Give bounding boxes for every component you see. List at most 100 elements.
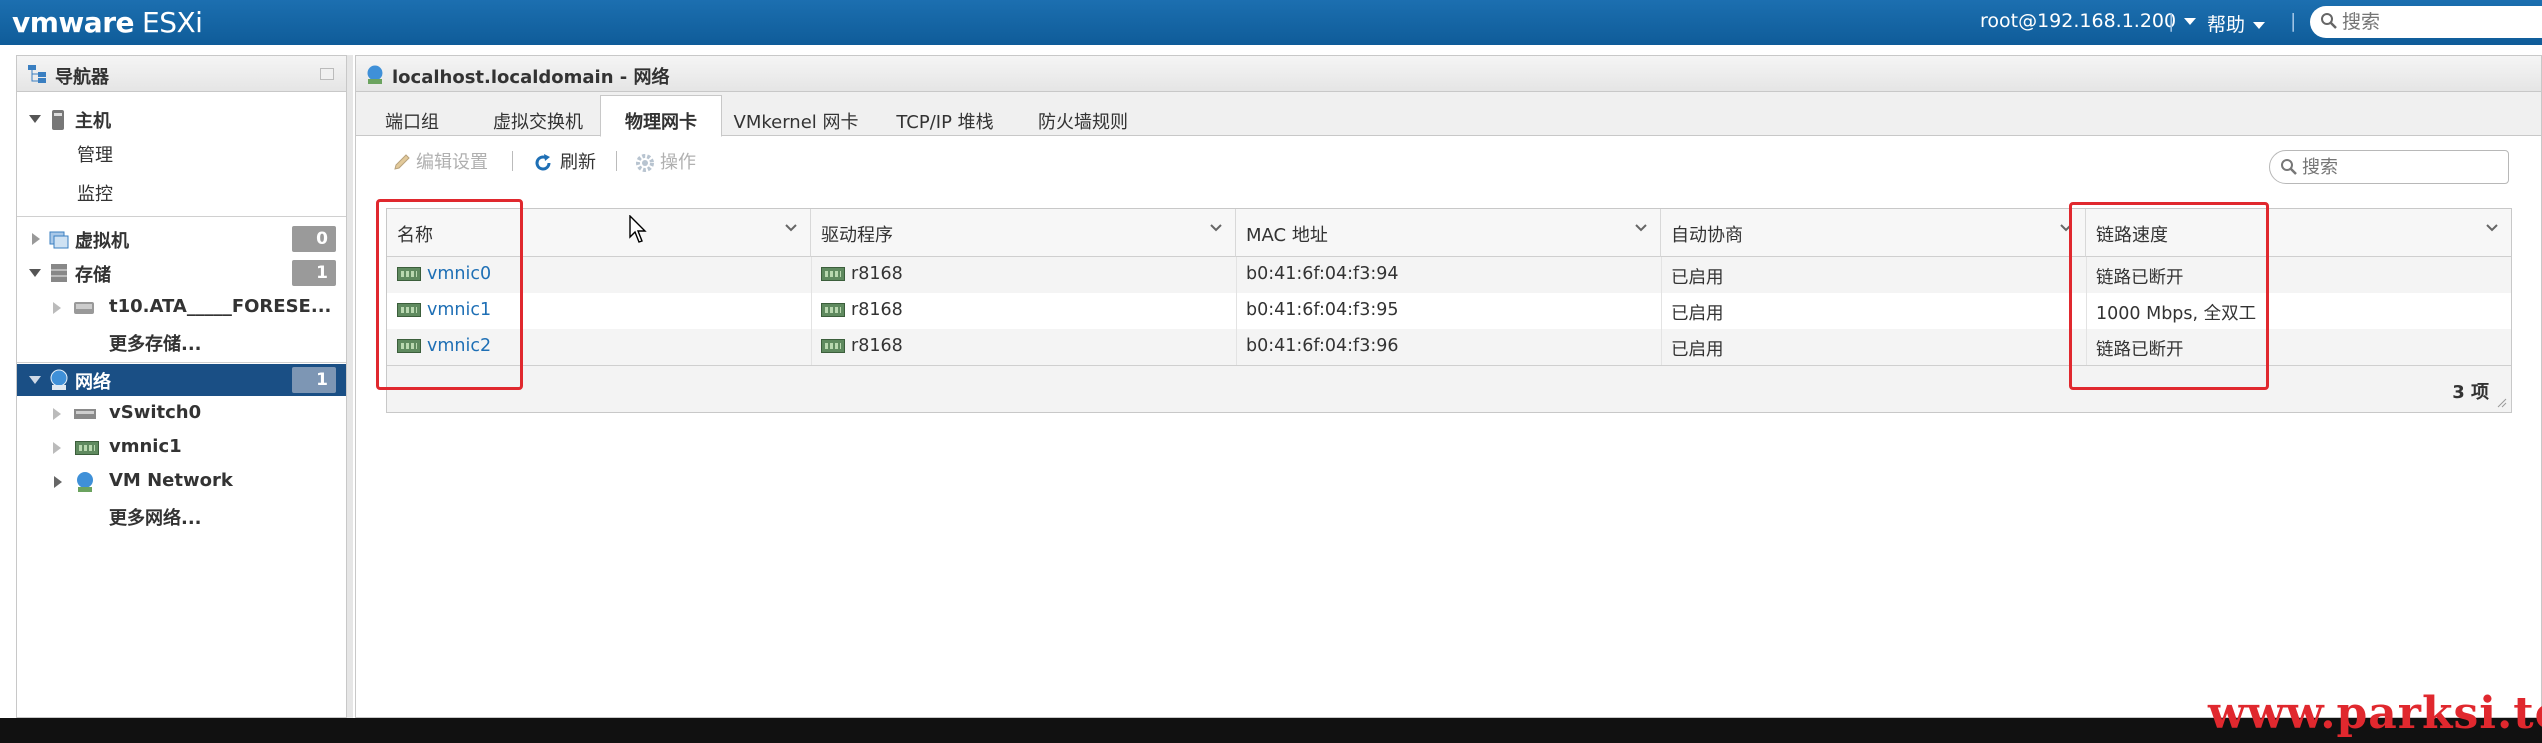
- pencil-icon: [394, 154, 410, 170]
- storage-icon: [51, 264, 67, 282]
- watermark: www.parksi.top: [2208, 688, 2542, 739]
- column-header-autoneg[interactable]: 自动协商: [1661, 209, 2086, 257]
- search-icon: [2281, 159, 2297, 175]
- divider: |: [2168, 10, 2175, 32]
- chevron-down-icon[interactable]: [2485, 223, 2499, 233]
- top-bar: vmware ESXi root@192.168.1.200 | 帮助 |: [0, 0, 2542, 45]
- grid-search[interactable]: [2269, 150, 2509, 184]
- sidebar-item-vswitch0[interactable]: vSwitch0: [17, 398, 346, 430]
- mac-cell: b0:41:6f:04:f3:95: [1246, 300, 1399, 320]
- main-header: localhost.localdomain - 网络: [356, 56, 2541, 92]
- sidebar-item-monitor[interactable]: 监控: [17, 176, 346, 208]
- resize-grip-icon[interactable]: [2497, 398, 2507, 408]
- expand-icon[interactable]: [54, 476, 62, 488]
- sidebar-item-network[interactable]: 网络 1: [17, 364, 346, 396]
- expand-icon[interactable]: [53, 302, 61, 314]
- chevron-down-icon[interactable]: [1634, 223, 1648, 233]
- highlight-link-speed-column: [2069, 202, 2269, 390]
- driver-icon: [821, 303, 845, 317]
- search-input[interactable]: [2342, 9, 2532, 35]
- chevron-down-icon: [2184, 18, 2197, 25]
- column-divider: [1236, 257, 1237, 365]
- top-search[interactable]: [2310, 6, 2542, 38]
- chevron-down-icon: [2253, 22, 2266, 29]
- host-icon: [52, 110, 64, 130]
- tab-port-groups[interactable]: 端口组: [362, 102, 462, 136]
- autoneg-cell: 已启用: [1671, 340, 1724, 360]
- tab-vmkernel-nics[interactable]: VMkernel 网卡: [726, 102, 866, 136]
- mac-cell: b0:41:6f:04:f3:94: [1246, 264, 1399, 284]
- nic-icon: [75, 441, 99, 455]
- splitter[interactable]: [347, 55, 353, 718]
- port-group-icon: [77, 472, 93, 492]
- divider: [616, 151, 617, 171]
- main-panel: localhost.localdomain - 网络 端口组 虚拟交换机 物理网…: [355, 55, 2542, 718]
- user-menu[interactable]: root@192.168.1.200: [1980, 10, 2197, 32]
- expand-icon[interactable]: [32, 233, 40, 245]
- storage-count-badge: 1: [292, 260, 336, 286]
- switch-icon: [74, 409, 96, 419]
- bottom-strip: [0, 718, 2542, 743]
- driver-cell: r8168: [821, 264, 903, 284]
- mouse-cursor-icon: [629, 215, 647, 243]
- highlight-name-column: [376, 199, 523, 390]
- driver-icon: [821, 339, 845, 353]
- driver-icon: [821, 267, 845, 281]
- network-icon: [50, 369, 68, 390]
- sidebar-item-more-storage[interactable]: 更多存储...: [17, 326, 346, 358]
- edit-settings-button[interactable]: 编辑设置: [416, 148, 488, 174]
- column-divider: [811, 257, 812, 365]
- expand-icon[interactable]: [29, 115, 41, 123]
- navigator-title: 导航器: [55, 67, 109, 88]
- tab-virtual-switches[interactable]: 虚拟交换机: [470, 102, 606, 136]
- navigator-icon: [28, 65, 46, 83]
- disk-icon: [74, 302, 94, 314]
- column-divider: [1661, 257, 1662, 365]
- autoneg-cell: 已启用: [1671, 304, 1724, 324]
- mac-cell: b0:41:6f:04:f3:96: [1246, 336, 1399, 356]
- navigator-panel: 导航器 主机 管理 监控 虚拟机 0 存储 1 t10.ATA_____FORE…: [16, 55, 347, 718]
- network-icon: [367, 65, 383, 84]
- divider: [17, 216, 346, 217]
- refresh-button[interactable]: 刷新: [560, 148, 596, 174]
- item-count: 3 项: [2452, 382, 2489, 403]
- page-title: localhost.localdomain - 网络: [392, 67, 670, 88]
- column-header-driver[interactable]: 驱动程序: [811, 209, 1236, 257]
- actions-button[interactable]: 操作: [660, 148, 696, 174]
- autoneg-cell: 已启用: [1671, 268, 1724, 288]
- expand-icon[interactable]: [29, 376, 41, 384]
- tab-tcpip-stacks[interactable]: TCP/IP 堆栈: [876, 102, 1014, 136]
- expand-icon[interactable]: [29, 269, 41, 277]
- collapse-button[interactable]: [320, 68, 334, 80]
- driver-cell: r8168: [821, 300, 903, 320]
- divider: [512, 151, 513, 171]
- vmware-logo: vmware ESXi: [12, 6, 203, 39]
- sidebar-item-manage[interactable]: 管理: [17, 137, 346, 169]
- expand-icon[interactable]: [53, 442, 61, 454]
- divider: [17, 362, 346, 363]
- navigator-header: 导航器: [17, 56, 346, 92]
- refresh-icon: [535, 154, 551, 171]
- network-count-badge: 1: [292, 367, 336, 393]
- tab-physical-nics[interactable]: 物理网卡: [600, 95, 722, 137]
- sidebar-item-vm-network[interactable]: VM Network: [17, 466, 346, 498]
- sidebar-item-vmnic1[interactable]: vmnic1: [17, 432, 346, 464]
- expand-icon[interactable]: [53, 408, 61, 420]
- column-header-mac[interactable]: MAC 地址: [1236, 209, 1661, 257]
- tab-firewall-rules[interactable]: 防火墙规则: [1026, 102, 1140, 136]
- vm-count-badge: 0: [292, 226, 336, 252]
- sidebar-item-vms[interactable]: 虚拟机 0: [17, 223, 346, 255]
- sidebar-item-host[interactable]: 主机: [17, 103, 346, 135]
- sidebar-item-datastore[interactable]: t10.ATA_____FORESE...: [17, 292, 346, 324]
- vm-icon: [49, 231, 69, 249]
- gear-icon: [636, 154, 654, 172]
- chevron-down-icon[interactable]: [784, 223, 798, 233]
- help-menu[interactable]: 帮助: [2207, 10, 2266, 37]
- search-icon: [2321, 13, 2337, 29]
- chevron-down-icon[interactable]: [1209, 223, 1223, 233]
- toolbar: 编辑设置 刷新 操作: [356, 136, 2541, 186]
- tab-bar: 端口组 虚拟交换机 物理网卡 VMkernel 网卡 TCP/IP 堆栈 防火墙…: [356, 92, 2541, 137]
- sidebar-item-more-networks[interactable]: 更多网络...: [17, 500, 346, 532]
- grid-search-input[interactable]: [2302, 155, 2502, 179]
- sidebar-item-storage[interactable]: 存储 1: [17, 257, 346, 289]
